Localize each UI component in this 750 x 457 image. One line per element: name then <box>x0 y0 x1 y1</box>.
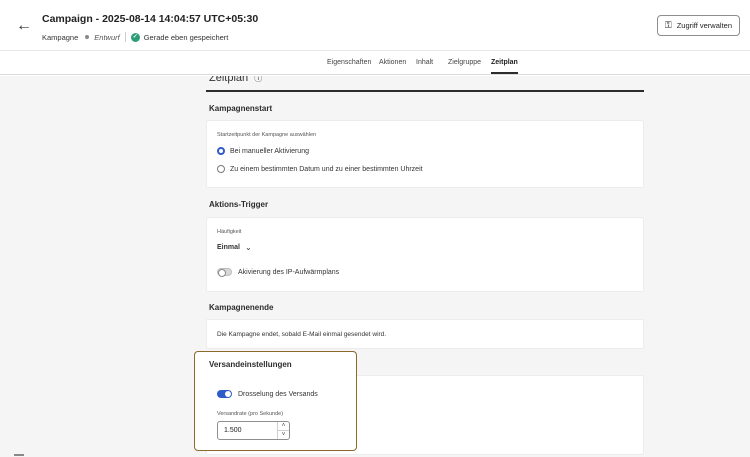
toggle-switch-on-icon <box>217 390 232 398</box>
divider <box>124 32 126 42</box>
radio-unchecked-icon <box>217 165 225 173</box>
frequency-select[interactable]: Einmal ⌄ <box>217 243 252 252</box>
radio-specific-datetime[interactable]: Zu einem bestimmten Datum und zu einer b… <box>217 165 423 173</box>
rate-input[interactable]: 1.500 <box>218 422 277 439</box>
app-header: ← Campaign - 2025-08-14 14:04:57 UTC+05:… <box>0 0 750 50</box>
delivery-settings-heading: Versandeinstellungen <box>209 360 292 369</box>
frequency-label: Häufigkeit <box>217 229 242 235</box>
schedule-panel: Zeitplan ⓘ Kampagnenstart Startzeitpunkt… <box>0 76 750 457</box>
page-title: Campaign - 2025-08-14 14:04:57 UTC+05:30 <box>42 13 259 25</box>
ip-warmup-label: Akivierung des IP-Aufwärmplans <box>238 268 340 276</box>
radio-manual-label: Bei manueller Aktivierung <box>230 147 309 155</box>
key-icon: ⚿ <box>664 20 672 30</box>
campaign-end-text: Die Kampagne endet, sobald E-Mail einmal… <box>217 331 387 338</box>
radio-datetime-label: Zu einem bestimmten Datum und zu einer b… <box>230 165 423 173</box>
tab-eigenschaften[interactable]: Eigenschaften <box>327 59 371 66</box>
rate-label: Versandrate (pro Sekunde) <box>217 411 284 417</box>
frequency-value: Einmal <box>217 244 240 251</box>
campaign-type-label: Kampagne <box>42 32 79 42</box>
campaign-start-card: Startzeitpunkt der Kampagne auswählen Be… <box>206 120 644 188</box>
section-rule <box>206 90 644 92</box>
radio-checked-icon <box>217 147 225 155</box>
back-arrow-icon[interactable]: ← <box>14 16 34 36</box>
schedule-title: Zeitplan ⓘ <box>209 76 262 84</box>
stepper-arrows: ˄ ˅ <box>277 422 289 439</box>
throttle-label: Drosselung des Versands <box>238 390 318 398</box>
scroll-indicator <box>14 454 24 456</box>
campaign-end-card: Die Kampagne endet, sobald E-Mail einmal… <box>206 319 644 349</box>
check-circle-icon: ✓ <box>130 32 140 42</box>
schedule-title-text: Zeitplan <box>209 76 249 84</box>
tab-inhalt[interactable]: Inhalt <box>416 59 433 66</box>
ip-warmup-toggle[interactable]: Akivierung des IP-Aufwärmplans <box>217 268 340 277</box>
action-trigger-card: Häufigkeit Einmal ⌄ Akivierung des IP-Au… <box>206 217 644 292</box>
manage-access-button[interactable]: ⚿ Zugriff verwalten <box>656 15 740 36</box>
start-time-label: Startzeitpunkt der Kampagne auswählen <box>217 132 317 138</box>
radio-manual-activation[interactable]: Bei manueller Aktivierung <box>217 147 309 155</box>
campaign-start-heading: Kampagnenstart <box>209 104 273 113</box>
tab-bar: Eigenschaften Aktionen Inhalt Zielgruppe… <box>0 50 750 75</box>
campaign-meta: Kampagne Entwurf ✓ Gerade eben gespeiche… <box>42 32 228 42</box>
chevron-down-icon[interactable]: ˅ <box>278 430 289 439</box>
manage-access-label: Zugriff verwalten <box>676 21 732 30</box>
save-status: Gerade eben gespeichert <box>143 32 229 42</box>
status-badge: Entwurf <box>94 32 120 42</box>
chevron-down-icon: ⌄ <box>244 243 252 252</box>
info-icon[interactable]: ⓘ <box>254 76 262 83</box>
status-dot-icon <box>85 35 90 39</box>
rate-stepper[interactable]: 1.500 ˄ ˅ <box>217 421 290 440</box>
tab-aktionen[interactable]: Aktionen <box>379 59 406 66</box>
chevron-up-icon[interactable]: ˄ <box>278 422 289 430</box>
throttle-toggle[interactable]: Drosselung des Versands <box>217 390 318 398</box>
tab-zielgruppe[interactable]: Zielgruppe <box>448 59 481 66</box>
tab-zeitplan[interactable]: Zeitplan <box>491 59 518 74</box>
campaign-end-heading: Kampagnenende <box>209 303 274 312</box>
toggle-switch-icon <box>217 268 232 277</box>
action-trigger-heading: Aktions-Trigger <box>209 200 269 209</box>
